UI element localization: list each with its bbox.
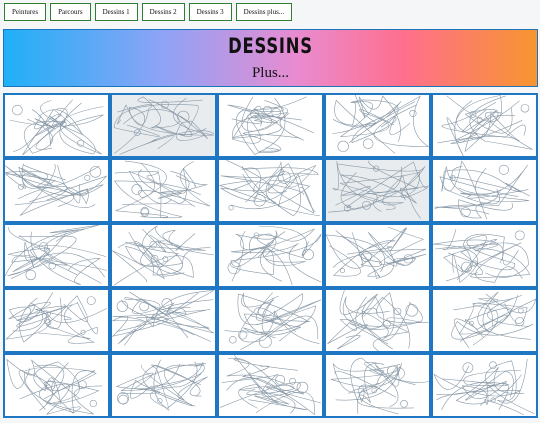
drawing-thumbnail[interactable] [217, 93, 324, 158]
drawing-thumbnail[interactable] [110, 158, 217, 223]
nav-peintures[interactable]: Peintures [4, 3, 47, 21]
drawing-thumbnail[interactable] [217, 158, 324, 223]
pencil-sketch-thumbnail [227, 96, 314, 155]
pencil-sketch-thumbnail [219, 160, 320, 217]
top-nav: Peintures Parcours Dessins 1 Dessins 2 D… [4, 3, 293, 23]
drawing-thumbnail[interactable] [324, 93, 431, 158]
drawing-thumbnail[interactable] [217, 288, 324, 353]
drawing-thumbnail[interactable] [3, 353, 110, 418]
pencil-sketch-thumbnail [451, 291, 536, 349]
drawing-thumbnail[interactable] [110, 223, 217, 288]
drawing-thumbnail[interactable] [324, 158, 431, 223]
pencil-sketch-thumbnail [5, 163, 108, 216]
pencil-sketch-thumbnail [326, 226, 427, 279]
drawing-thumbnail[interactable] [431, 158, 538, 223]
pencil-sketch-thumbnail [327, 290, 429, 351]
pencil-sketch-thumbnail [112, 225, 214, 286]
pencil-sketch-thumbnail [112, 95, 215, 156]
drawing-thumbnail[interactable] [3, 223, 110, 288]
drawing-thumbnail[interactable] [110, 353, 217, 418]
drawing-thumbnail[interactable] [3, 93, 110, 158]
nav-parcours[interactable]: Parcours [50, 3, 91, 21]
drawing-thumbnail[interactable] [431, 353, 538, 418]
pencil-sketch-thumbnail [219, 355, 321, 415]
drawing-thumbnail[interactable] [324, 353, 431, 418]
drawing-gallery [3, 93, 538, 423]
pencil-sketch-thumbnail [112, 290, 215, 346]
pencil-sketch-thumbnail [114, 160, 211, 219]
pencil-sketch-thumbnail [330, 357, 429, 415]
pencil-sketch-thumbnail [5, 292, 107, 344]
nav-dessins-2[interactable]: Dessins 2 [141, 3, 185, 21]
pencil-sketch-thumbnail [326, 160, 429, 221]
nav-dessins-plus[interactable]: Dessins plus... [235, 3, 293, 21]
nav-dessins-3[interactable]: Dessins 3 [188, 3, 232, 21]
pencil-sketch-thumbnail [434, 160, 530, 220]
pencil-sketch-thumbnail [6, 358, 103, 415]
drawing-thumbnail[interactable] [324, 288, 431, 353]
drawing-thumbnail[interactable] [431, 223, 538, 288]
drawing-thumbnail[interactable] [110, 93, 217, 158]
page-banner: DESSINS Plus... [3, 29, 538, 87]
pencil-sketch-thumbnail [9, 99, 104, 156]
drawing-thumbnail[interactable] [3, 288, 110, 353]
pencil-sketch-thumbnail [433, 358, 535, 416]
drawing-thumbnail[interactable] [217, 353, 324, 418]
pencil-sketch-thumbnail [5, 225, 107, 285]
pencil-sketch-thumbnail [433, 229, 531, 283]
pencil-sketch-thumbnail [224, 292, 322, 351]
drawing-thumbnail[interactable] [431, 288, 538, 353]
pencil-sketch-thumbnail [437, 95, 533, 156]
drawing-thumbnail[interactable] [217, 223, 324, 288]
page-title: DESSINS [228, 34, 313, 58]
drawing-thumbnail[interactable] [110, 288, 217, 353]
page-subtitle: Plus... [251, 65, 290, 81]
drawing-thumbnail[interactable] [431, 93, 538, 158]
pencil-sketch-thumbnail [115, 359, 208, 411]
pencil-sketch-thumbnail [332, 95, 429, 154]
drawing-thumbnail[interactable] [3, 158, 110, 223]
nav-dessins-1[interactable]: Dessins 1 [94, 3, 138, 21]
pencil-sketch-thumbnail [227, 225, 322, 286]
drawing-thumbnail[interactable] [324, 223, 431, 288]
